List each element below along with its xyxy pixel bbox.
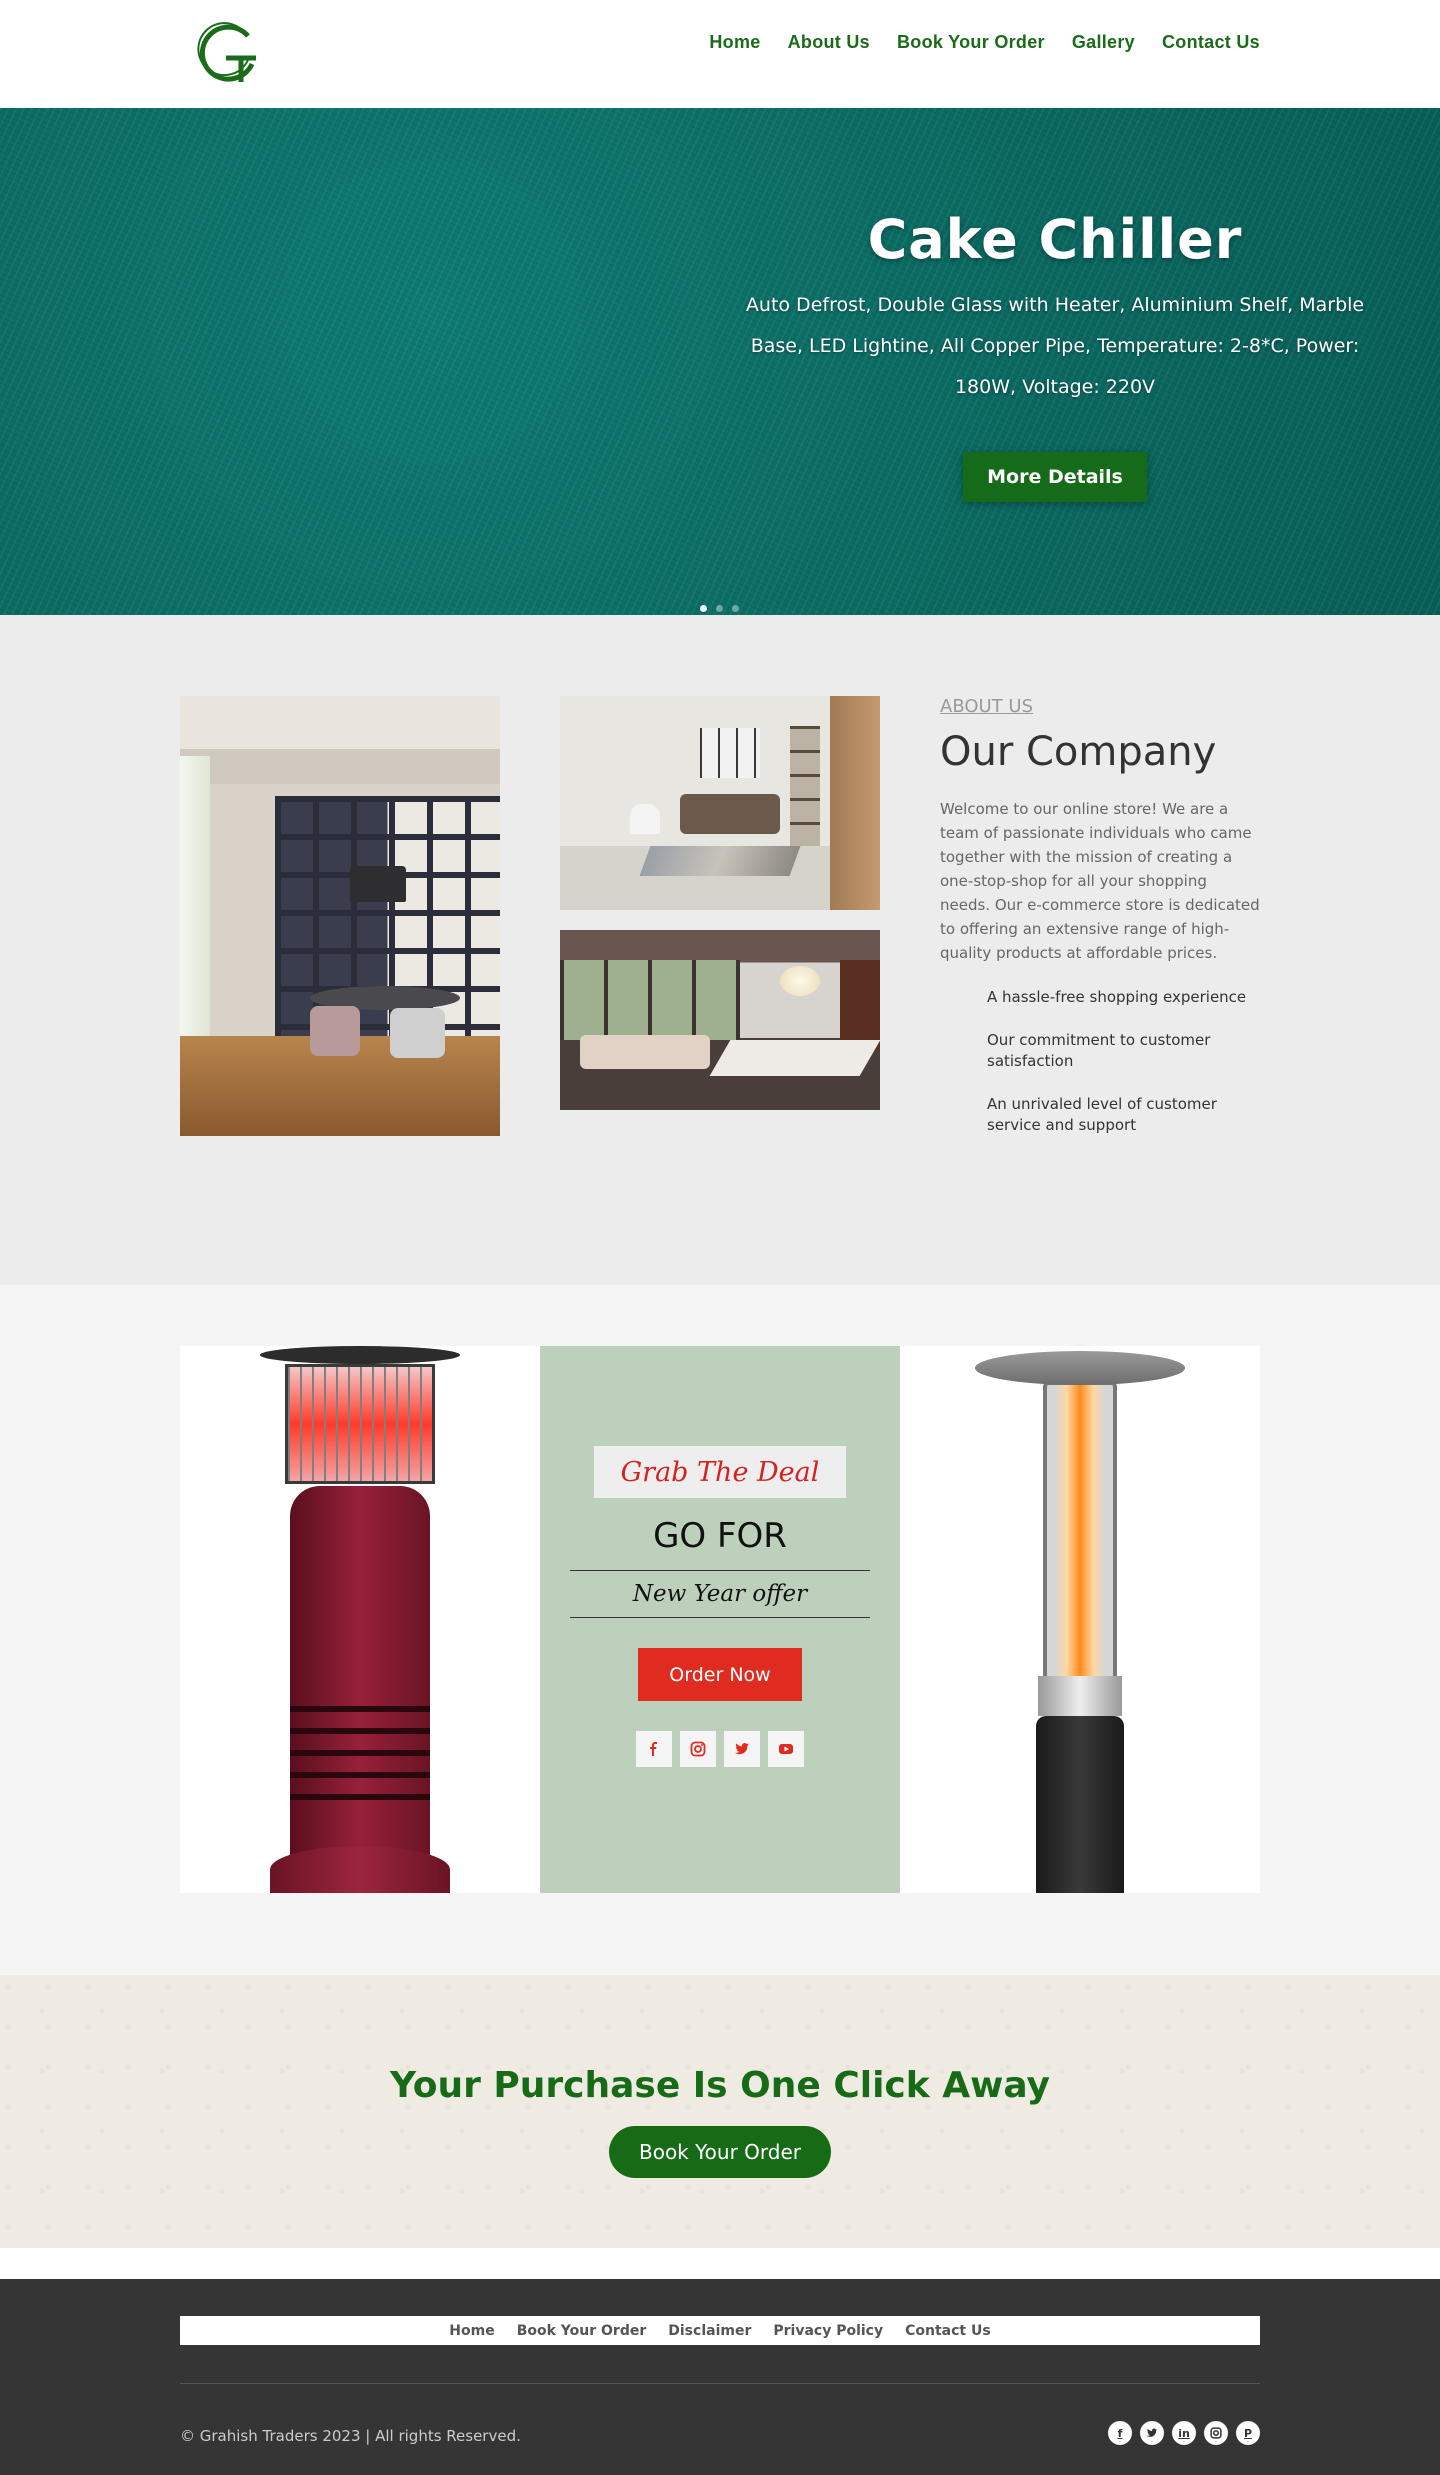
footer-nav-home[interactable]: Home (449, 2323, 494, 2339)
hero-slider: Cake Chiller Auto Defrost, Double Glass … (0, 108, 1440, 615)
deal-social-icons (636, 1731, 804, 1767)
footer-divider (180, 2383, 1260, 2384)
nav-about-us[interactable]: About Us (788, 32, 870, 53)
cta-section: Your Purchase Is One Click Away Book You… (0, 1975, 1440, 2248)
nav-contact-us[interactable]: Contact Us (1162, 32, 1260, 53)
deal-grid: Grab The Deal GO FOR New Year offer Orde… (180, 1346, 1260, 1893)
book-your-order-button[interactable]: Book Your Order (608, 2126, 832, 2178)
about-text: ABOUT US Our Company Welcome to our onli… (940, 696, 1260, 1136)
footer-nav-contact-us[interactable]: Contact Us (905, 2323, 991, 2339)
main-nav: Home About Us Book Your Order Gallery Co… (709, 32, 1260, 53)
dining-room-photo (180, 696, 500, 1136)
footer-nav-book-your-order[interactable]: Book Your Order (517, 2323, 647, 2339)
logo-icon[interactable] (196, 18, 268, 90)
nav-book-your-order[interactable]: Book Your Order (897, 32, 1045, 53)
facebook-icon[interactable]: f (1108, 2421, 1132, 2445)
about-section: ABOUT US Our Company Welcome to our onli… (0, 615, 1440, 1285)
site-footer: Home Book Your Order Disclaimer Privacy … (0, 2279, 1440, 2475)
twitter-icon[interactable] (1140, 2421, 1164, 2445)
nav-home[interactable]: Home (709, 32, 760, 53)
order-now-button[interactable]: Order Now (638, 1648, 802, 1701)
site-header: Home About Us Book Your Order Gallery Co… (0, 0, 1440, 108)
instagram-icon[interactable] (680, 1731, 716, 1767)
cta-title: Your Purchase Is One Click Away (389, 2065, 1051, 2106)
slider-dot-2[interactable] (716, 605, 723, 612)
footer-social-icons: f in P (1108, 2421, 1260, 2445)
more-details-button[interactable]: More Details (963, 452, 1147, 502)
lounge-photo (560, 930, 880, 1110)
deal-section: Grab The Deal GO FOR New Year offer Orde… (0, 1285, 1440, 1975)
hero-content: Cake Chiller Auto Defrost, Double Glass … (745, 208, 1365, 502)
feature-text: A hassle-free shopping experience (987, 988, 1247, 1006)
hero-description: Auto Defrost, Double Glass with Heater, … (745, 294, 1365, 398)
about-body: Welcome to our online store! We are a te… (940, 800, 1260, 962)
footer-nav-privacy-policy[interactable]: Privacy Policy (773, 2323, 883, 2339)
copyright-text: © Grahish Traders 2023 | All rights Rese… (180, 2427, 521, 2445)
slider-dots (700, 605, 739, 612)
feature-text: Our commitment to customer satisfaction (987, 1031, 1211, 1070)
footer-nav: Home Book Your Order Disclaimer Privacy … (180, 2316, 1260, 2345)
linkedin-icon[interactable]: in (1172, 2421, 1196, 2445)
about-label[interactable]: ABOUT US (940, 696, 1260, 717)
slider-dot-1[interactable] (700, 605, 707, 612)
new-year-offer-text: New Year offer (632, 1581, 808, 1607)
nav-gallery[interactable]: Gallery (1072, 32, 1135, 53)
feature-item: An unrivaled level of customer service a… (940, 1094, 1260, 1136)
footer-nav-disclaimer[interactable]: Disclaimer (668, 2323, 751, 2339)
pinterest-icon[interactable]: P (1236, 2421, 1260, 2445)
living-room-photo (560, 696, 880, 910)
twitter-icon[interactable] (724, 1731, 760, 1767)
youtube-icon[interactable] (768, 1731, 804, 1767)
patio-heater-image (900, 1346, 1260, 1893)
feature-item: Our commitment to customer satisfaction (940, 1030, 1260, 1072)
instagram-icon[interactable] (1204, 2421, 1228, 2445)
grab-the-deal-label: Grab The Deal (594, 1446, 846, 1498)
deal-panel: Grab The Deal GO FOR New Year offer Orde… (540, 1346, 900, 1893)
feature-item: A hassle-free shopping experience (940, 987, 1260, 1008)
facebook-icon[interactable] (636, 1731, 672, 1767)
slider-dot-3[interactable] (732, 605, 739, 612)
hero-title: Cake Chiller (867, 208, 1243, 271)
about-title: Our Company (940, 729, 1217, 775)
feature-text: An unrivaled level of customer service a… (987, 1095, 1217, 1134)
go-for-heading: GO FOR (653, 1516, 787, 1556)
section-spacer (0, 2248, 1440, 2279)
offer-divider: New Year offer (570, 1570, 870, 1618)
red-heater-image (180, 1346, 540, 1893)
